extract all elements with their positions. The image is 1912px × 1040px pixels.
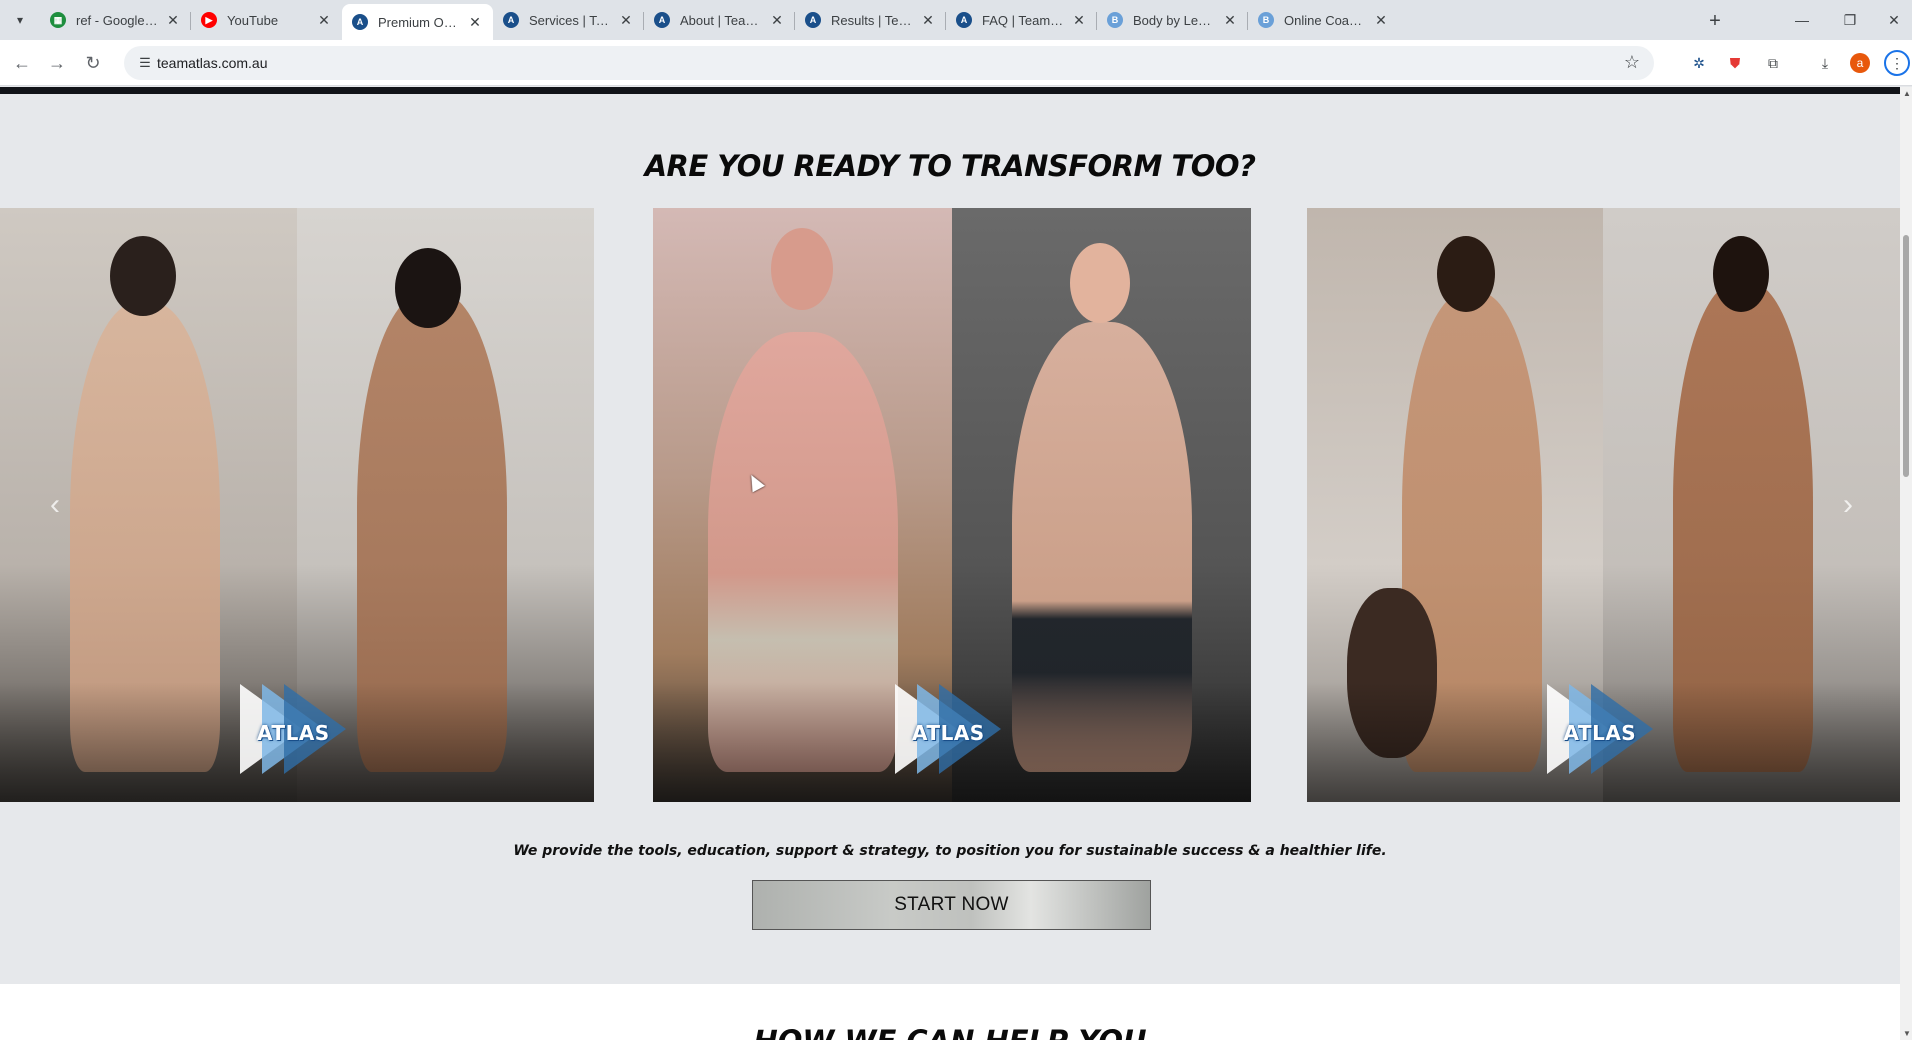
browser-tab[interactable]: ▶ YouTube ✕	[191, 4, 342, 36]
tab-title: About | Team Atlas	[680, 12, 763, 28]
reload-button[interactable]: ↻	[80, 50, 106, 76]
browser-toolbar: ← → ↻ ☰ teamatlas.com.au ☆ ✲ ⛊ ⧉ ⤓ a ⋮	[0, 40, 1912, 86]
body-by-leon-icon: B	[1107, 12, 1123, 28]
close-tab-icon[interactable]: ✕	[1222, 12, 1238, 29]
browser-tab[interactable]: ▦ ref - Google Sheets ✕	[40, 4, 191, 36]
tab-title: Online Coaching - Body	[1284, 12, 1367, 28]
youtube-icon: ▶	[201, 12, 217, 28]
section-headline: ARE YOU READY TO TRANSFORM TOO?	[644, 149, 1256, 183]
tab-strip: ▾ ▦ ref - Google Sheets ✕ ▶ YouTube ✕ A Premium…	[0, 0, 1912, 40]
forward-button[interactable]: →	[44, 50, 70, 76]
tab-search-chevron-icon[interactable]: ▾	[8, 8, 32, 32]
tab-title: YouTube	[227, 12, 279, 28]
extension-icon-1[interactable]: ✲	[1688, 52, 1710, 74]
tab-title: Premium Online Physique	[378, 14, 461, 30]
extension-shield-icon[interactable]: ⛊	[1724, 52, 1746, 74]
browser-tab[interactable]: A FAQ | Team Atlas ✕	[946, 4, 1097, 36]
atlas-logo-text: ATLAS	[1563, 721, 1637, 745]
tab-separator	[643, 12, 644, 30]
minimize-window-button[interactable]: —	[1788, 6, 1816, 34]
after-head	[1713, 236, 1769, 312]
team-atlas-icon: A	[503, 12, 519, 28]
close-tab-icon[interactable]: ✕	[1373, 12, 1389, 29]
page-content: ARE YOU READY TO TRANSFORM TOO? ATLAS AT…	[0, 87, 1900, 1040]
atlas-logo-text: ATLAS	[257, 721, 330, 745]
browser-tab[interactable]: B Body by Leon | Personal ✕	[1097, 4, 1248, 36]
carousel-next-arrow-icon[interactable]: ›	[1833, 485, 1863, 525]
after-head	[395, 248, 461, 328]
before-head	[771, 228, 833, 310]
tab-separator	[1096, 12, 1097, 30]
close-tab-icon[interactable]: ✕	[618, 12, 634, 29]
browser-tab[interactable]: B Online Coaching - Body ✕	[1248, 4, 1399, 36]
next-section-heading: HOW WE CAN HELP YOU	[0, 1024, 1900, 1040]
start-now-button[interactable]: START NOW	[752, 880, 1151, 930]
before-head	[110, 236, 176, 316]
transformation-card-man[interactable]: ATLAS	[653, 208, 1251, 802]
team-atlas-icon: A	[805, 12, 821, 28]
browser-tab[interactable]: A Services | Team Atlas ✕	[493, 4, 644, 36]
site-info-icon[interactable]: ☰	[136, 54, 154, 72]
address-bar[interactable]: ☰ teamatlas.com.au ☆	[124, 46, 1654, 80]
browser-menu-icon[interactable]: ⋮	[1884, 50, 1910, 76]
browser-tab[interactable]: A Premium Online Physique ✕	[342, 4, 493, 40]
tab-title: Results | Team Atlas	[831, 12, 914, 28]
new-tab-button[interactable]: +	[1702, 8, 1728, 34]
after-head	[1070, 243, 1130, 323]
body-by-leon-icon: B	[1258, 12, 1274, 28]
before-head	[1437, 236, 1495, 312]
tab-title: ref - Google Sheets	[76, 12, 159, 28]
tab-separator	[1247, 12, 1248, 30]
tab-title: FAQ | Team Atlas	[982, 12, 1065, 28]
tab-separator	[945, 12, 946, 30]
url-text[interactable]: teamatlas.com.au	[157, 55, 268, 71]
restore-window-button[interactable]: ❐	[1836, 6, 1864, 34]
hero-bottom-edge	[0, 87, 1900, 94]
atlas-logo-text: ATLAS	[912, 721, 985, 745]
tab-separator	[794, 12, 795, 30]
close-tab-icon[interactable]: ✕	[467, 14, 483, 31]
tab-separator	[190, 12, 191, 30]
transformation-card-woman-1[interactable]: ATLAS	[0, 208, 594, 802]
transformation-card-woman-2[interactable]: ATLAS	[1307, 208, 1900, 802]
tab-title: Body by Leon | Personal	[1133, 12, 1216, 28]
close-tab-icon[interactable]: ✕	[316, 12, 332, 29]
close-tab-icon[interactable]: ✕	[165, 12, 181, 29]
scroll-down-arrow-icon[interactable]: ▼	[1903, 1029, 1911, 1038]
extensions-puzzle-icon[interactable]: ⧉	[1762, 52, 1784, 74]
team-atlas-icon: A	[352, 14, 368, 30]
tagline-text: We provide the tools, education, support…	[513, 843, 1387, 859]
team-atlas-icon: A	[654, 12, 670, 28]
tab-title: Services | Team Atlas	[529, 12, 612, 28]
close-tab-icon[interactable]: ✕	[769, 12, 785, 29]
close-tab-icon[interactable]: ✕	[920, 12, 936, 29]
browser-tab[interactable]: A About | Team Atlas ✕	[644, 4, 795, 36]
page-scrollbar[interactable]: ▲ ▼	[1900, 87, 1912, 1040]
carousel-prev-arrow-icon[interactable]: ‹	[40, 485, 70, 525]
scrollbar-thumb[interactable]	[1903, 235, 1909, 477]
close-window-button[interactable]: ✕	[1880, 6, 1908, 34]
profile-avatar[interactable]: a	[1850, 53, 1870, 73]
bookmark-star-icon[interactable]: ☆	[1624, 52, 1640, 73]
scroll-up-arrow-icon[interactable]: ▲	[1903, 89, 1911, 98]
browser-tab[interactable]: A Results | Team Atlas ✕	[795, 4, 946, 36]
google-sheets-icon: ▦	[50, 12, 66, 28]
back-button[interactable]: ←	[9, 50, 35, 76]
downloads-icon[interactable]: ⤓	[1814, 52, 1836, 74]
close-tab-icon[interactable]: ✕	[1071, 12, 1087, 29]
team-atlas-icon: A	[956, 12, 972, 28]
